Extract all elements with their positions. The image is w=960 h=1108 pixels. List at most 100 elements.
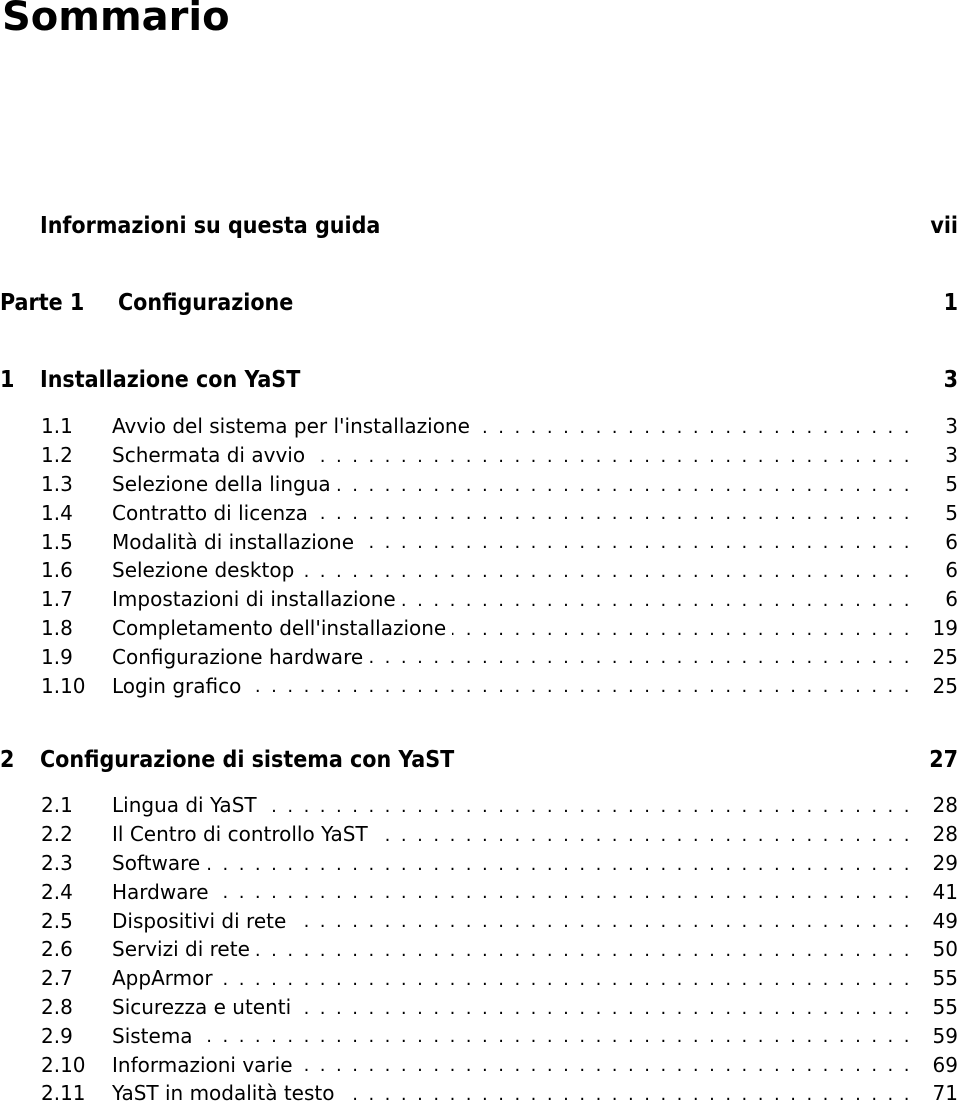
toc-part-number: Parte 1 [0, 290, 85, 316]
toc-chapter-1-sections: 1.1 Avvio del sistema per l'installazione… [0, 412, 960, 700]
toc-front-matter-page: vii [930, 213, 958, 239]
toc-section-entry[interactable]: 2.6 Servizi di rete......................… [0, 935, 960, 964]
toc-section-entry[interactable]: 1.6 Selezione desktop....................… [0, 556, 960, 585]
toc-section-label: YaST in modalità testo [112, 1081, 341, 1106]
toc-section-number: 1.3 [41, 471, 73, 496]
toc-section-label: Il Centro di controllo YaST [112, 822, 374, 847]
toc-front-matter-label: Informazioni su questa guida [40, 213, 381, 239]
toc-section-entry[interactable]: 2.10 Informazioni varie..................… [0, 1050, 960, 1079]
toc-section-page: 55 [932, 994, 958, 1019]
toc-section-entry[interactable]: 1.10 Login grafico.......................… [0, 671, 960, 700]
toc-section-page: 71 [932, 1081, 958, 1106]
toc-chapter-page: 3 [943, 367, 958, 393]
toc-section-number: 2.1 [41, 793, 73, 818]
toc-part-label: Configurazione [118, 290, 294, 316]
toc-section-entry[interactable]: 1.3 Selezione della lingua...............… [0, 470, 960, 499]
toc-section-page: 69 [932, 1052, 958, 1077]
toc-dot-leader: ........................................… [112, 1026, 920, 1048]
page-title: Sommario [2, 0, 230, 40]
toc-section-page: 5 [945, 471, 958, 496]
toc-section-page: 25 [932, 673, 958, 698]
toc-section-label: Servizi di rete [112, 937, 256, 962]
toc-section-number: 2.2 [41, 822, 73, 847]
toc-chapter-number: 2 [0, 747, 15, 773]
toc-section-label: Sicurezza e utenti [112, 994, 298, 1019]
toc-dot-leader: ........................................… [112, 968, 920, 990]
toc-section-page: 41 [932, 879, 958, 904]
toc-section-page: 59 [932, 1023, 958, 1048]
toc-section-page: 19 [932, 615, 958, 640]
toc-section-label: Lingua di YaST [112, 793, 263, 818]
toc-section-page: 49 [932, 908, 958, 933]
toc-section-page: 25 [932, 644, 958, 669]
toc-chapter-1[interactable]: 1 Installazione con YaST 3 [0, 364, 958, 396]
toc-section-number: 1.1 [41, 414, 73, 439]
toc-section-entry[interactable]: 1.9 Configurazione hardware..............… [0, 642, 960, 671]
toc-section-number: 2.4 [41, 879, 73, 904]
toc-section-entry[interactable]: 2.2 Il Centro di controllo YaST..........… [0, 820, 960, 849]
toc-section-label: Completamento dell'installazione [112, 615, 453, 640]
toc-section-entry[interactable]: 2.7 AppArmor.............................… [0, 964, 960, 993]
toc-section-entry[interactable]: 2.9 Sistema..............................… [0, 1021, 960, 1050]
toc-section-entry[interactable]: 1.4 Contratto di licenza.................… [0, 498, 960, 527]
toc-section-page: 6 [945, 587, 958, 612]
toc-section-label: Modalità di installazione [112, 529, 361, 554]
toc-section-label: Dispositivi di rete [112, 908, 293, 933]
toc-section-entry[interactable]: 2.3 Software.............................… [0, 849, 960, 878]
toc-chapter-label: Configurazione di sistema con YaST [40, 747, 455, 773]
toc-section-label: Avvio del sistema per l'installazione [112, 414, 476, 439]
toc-section-number: 1.2 [41, 443, 73, 468]
toc-section-number: 2.5 [41, 908, 73, 933]
toc-section-entry[interactable]: 1.5 Modalità di installazione............… [0, 527, 960, 556]
toc-section-number: 2.6 [41, 937, 73, 962]
toc-section-page: 6 [945, 558, 958, 583]
toc-part-1[interactable]: Parte 1 Configurazione 1 [0, 287, 958, 319]
toc-section-label: Software [112, 850, 207, 875]
toc-section-label: Sistema [112, 1023, 199, 1048]
toc-section-entry[interactable]: 2.1 Lingua di YaST.......................… [0, 791, 960, 820]
toc-front-matter[interactable]: Informazioni su questa guida vii [0, 210, 958, 242]
toc-section-number: 1.7 [41, 587, 73, 612]
toc-part-page: 1 [943, 290, 958, 316]
toc-dot-leader: ........................................… [112, 853, 920, 875]
toc-chapter-2[interactable]: 2 Configurazione di sistema con YaST 27 [0, 744, 958, 776]
toc-section-label: Impostazioni di installazione [112, 587, 402, 612]
toc-section-entry[interactable]: 2.4 Hardware.............................… [0, 877, 960, 906]
toc-section-label: Hardware [112, 879, 215, 904]
toc-section-number: 2.10 [41, 1052, 86, 1077]
toc-section-page: 5 [945, 500, 958, 525]
toc-section-page: 29 [932, 850, 958, 875]
toc-section-number: 2.9 [41, 1023, 73, 1048]
toc-section-label: AppArmor [112, 966, 219, 991]
toc-section-entry[interactable]: 2.5 Dispositivi di rete..................… [0, 906, 960, 935]
toc-section-entry[interactable]: 1.2 Schermata di avvio...................… [0, 441, 960, 470]
toc-dot-leader: ........................................… [112, 882, 920, 904]
toc-section-label: Informazioni varie [112, 1052, 299, 1077]
toc-section-label: Configurazione hardware [112, 644, 370, 669]
toc-section-page: 6 [945, 529, 958, 554]
toc-section-page: 55 [932, 966, 958, 991]
toc-section-number: 1.8 [41, 615, 73, 640]
toc-section-number: 2.7 [41, 966, 73, 991]
toc-section-page: 28 [932, 793, 958, 818]
toc-section-entry[interactable]: 2.11 YaST in modalità testo..............… [0, 1079, 960, 1108]
toc-section-number: 1.9 [41, 644, 73, 669]
toc-section-number: 2.3 [41, 850, 73, 875]
toc-section-number: 1.5 [41, 529, 73, 554]
toc-section-number: 1.4 [41, 500, 73, 525]
toc-section-page: 3 [945, 443, 958, 468]
toc-section-page: 3 [945, 414, 958, 439]
toc-section-entry[interactable]: 1.7 Impostazioni di installazione........… [0, 585, 960, 614]
toc-chapter-page: 27 [929, 747, 958, 773]
toc-section-page: 28 [932, 822, 958, 847]
toc-section-number: 1.6 [41, 558, 73, 583]
toc-section-entry[interactable]: 1.1 Avvio del sistema per l'installazione… [0, 412, 960, 441]
toc-section-entry[interactable]: 2.8 Sicurezza e utenti...................… [0, 993, 960, 1022]
toc-section-label: Contratto di licenza [112, 500, 314, 525]
toc-section-number: 2.11 [41, 1081, 86, 1106]
toc-section-number: 2.8 [41, 994, 73, 1019]
toc-section-label: Login grafico [112, 673, 248, 698]
toc-section-entry[interactable]: 1.8 Completamento dell'installazione.....… [0, 614, 960, 643]
toc-section-number: 1.10 [41, 673, 86, 698]
toc-section-label: Selezione della lingua [112, 471, 337, 496]
